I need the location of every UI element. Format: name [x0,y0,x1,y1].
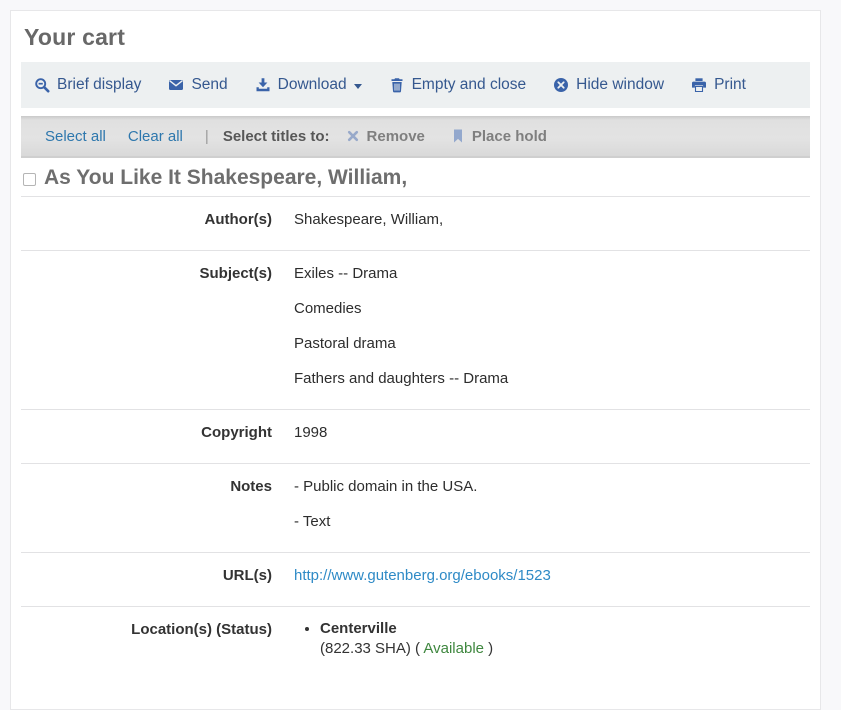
location-item: Centerville(822.33 SHA) ( Available ) [320,619,810,659]
field-value-line: Comedies [294,298,810,320]
remove-button[interactable]: Remove [346,128,425,145]
location-callnumber: (822.33 SHA) ( [320,640,423,657]
field-label: Author(s) [21,209,294,244]
record-field-row: Subject(s)Exiles -- Drama Comedies Pastora… [21,250,810,409]
download-button[interactable]: Download [255,76,362,94]
field-value: http://www.gutenberg.org/ebooks/1523 [294,565,810,600]
envelope-icon [168,77,184,93]
field-label: Subject(s) [21,263,294,403]
field-value-line: - Text [294,511,810,533]
toolbar-item-label: Send [191,76,227,94]
field-value: 1998 [294,422,810,457]
clear-all-link[interactable]: Clear all [128,128,183,145]
field-value: Exiles -- Drama Comedies Pastoral drama Fat… [294,263,810,403]
record-field-row: Author(s)Shakespeare, William, [21,196,810,250]
url-link[interactable]: http://www.gutenberg.org/ebooks/1523 [294,567,551,584]
field-value: Centerville(822.33 SHA) ( Available ) [294,619,810,659]
cart-window: Your cart Brief display Send Download Empty… [10,10,821,710]
separator: | [205,128,209,145]
locations-list: Centerville(822.33 SHA) ( Available ) [294,619,810,659]
place-hold-label: Place hold [472,128,547,145]
remove-x-icon [346,129,360,143]
select-titles-prompt: Select titles to: [223,128,330,145]
field-value-line: http://www.gutenberg.org/ebooks/1523 [294,565,810,587]
record-title: As You Like It Shakespeare, William, [44,166,407,190]
print-button[interactable]: Print [691,76,746,94]
field-value-line: Pastoral drama [294,333,810,355]
selection-toolbar: Select all Clear all | Select titles to:… [21,116,810,158]
record-field-row: Notes- Public domain in the USA. - Text [21,463,810,552]
field-label: URL(s) [21,565,294,600]
select-all-link[interactable]: Select all [45,128,106,145]
trash-icon [389,77,405,93]
toolbar-item-label: Empty and close [412,76,527,94]
field-label: Notes [21,476,294,546]
field-value-line: 1998 [294,422,810,444]
field-value-line: Exiles -- Drama [294,263,810,285]
location-name: Centerville [320,619,810,639]
print-icon [691,77,707,93]
record-field-row: Copyright1998 [21,409,810,463]
toolbar-item-label: Brief display [57,76,141,94]
send-button[interactable]: Send [168,76,227,94]
field-label: Location(s) (Status) [21,619,294,659]
toolbar-item-label: Hide window [576,76,664,94]
place-hold-button[interactable]: Place hold [451,128,547,145]
status-suffix: ) [484,640,493,657]
field-value-line: - Public domain in the USA. [294,476,810,498]
brief-display-button[interactable]: Brief display [34,76,141,94]
hide-window-button[interactable]: Hide window [553,76,664,94]
download-icon [255,77,271,93]
record-title-row: As You Like It Shakespeare, William, [11,158,820,196]
field-label: Copyright [21,422,294,457]
caret-down-icon [354,84,362,89]
record-field-row: URL(s)http://www.gutenberg.org/ebooks/15… [21,552,810,606]
record-field-row: Location(s) (Status) Centerville(822.33 S… [21,606,810,665]
remove-label: Remove [367,128,425,145]
cart-toolbar: Brief display Send Download Empty and close… [21,62,810,108]
field-value: - Public domain in the USA. - Text [294,476,810,546]
page-title: Your cart [24,24,820,51]
empty-and-close-button[interactable]: Empty and close [389,76,527,94]
availability-status: Available [423,640,484,657]
bookmark-icon [451,129,465,143]
times-circle-icon [553,77,569,93]
toolbar-item-label: Download [278,76,347,94]
field-value-line: Fathers and daughters -- Drama [294,368,810,390]
field-value-line: Shakespeare, William, [294,209,810,231]
record-details: Author(s)Shakespeare, William,Subject(s)… [21,196,810,665]
search-minus-icon [34,77,50,93]
record-checkbox[interactable] [23,173,36,186]
field-value: Shakespeare, William, [294,209,810,244]
location-status-line: (822.33 SHA) ( Available ) [320,639,810,659]
toolbar-item-label: Print [714,76,746,94]
